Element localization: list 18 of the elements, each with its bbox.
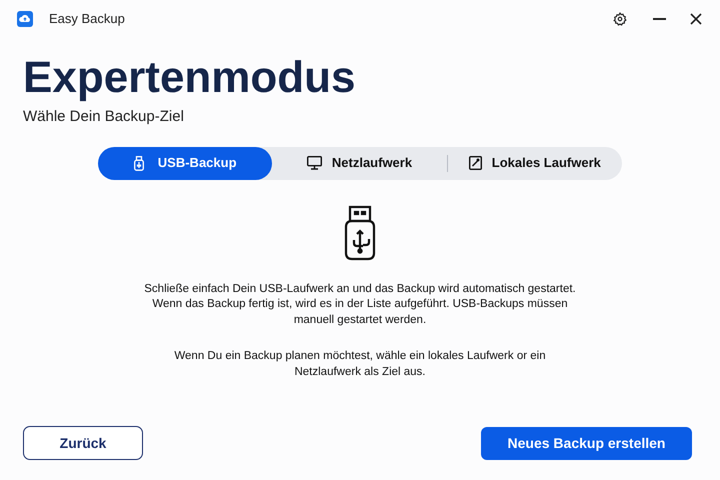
description-text: Wenn Du ein Backup planen möchtest, wähle ein lokales Laufwerk or ein Netzlaufwerk als Ziel aus. <box>173 349 547 380</box>
cloud-app-icon <box>17 11 33 27</box>
tab[interactable]: Lokales Laufwerk <box>448 146 622 180</box>
page-subheading: Wähle Dein Backup-Ziel <box>23 107 185 127</box>
close-icon[interactable] <box>690 13 702 25</box>
usb-stick-icon <box>134 156 144 170</box>
tab[interactable]: USB-Backup <box>98 146 272 180</box>
new-backup-button[interactable]: Neues Backup erstellen <box>481 426 692 460</box>
description-text: Schließe einfach Dein USB-Laufwerk an und das Backup wird automatisch gestartet. <box>143 282 577 296</box>
page-heading: Expertenmodus <box>23 54 357 102</box>
settings-icon[interactable] <box>613 12 627 26</box>
tab[interactable]: Netzlaufwerk <box>272 146 447 180</box>
drive-icon <box>468 156 482 170</box>
back-button[interactable]: Zurück <box>23 426 143 460</box>
window-title: Easy Backup <box>49 10 125 28</box>
monitor-icon <box>306 156 322 170</box>
description-text: Wenn das Backup fertig ist, wird es in der Liste aufgeführt. USB-Backups müssen manuell gestartet werden. <box>151 297 569 328</box>
usb-stick-icon <box>342 204 378 260</box>
